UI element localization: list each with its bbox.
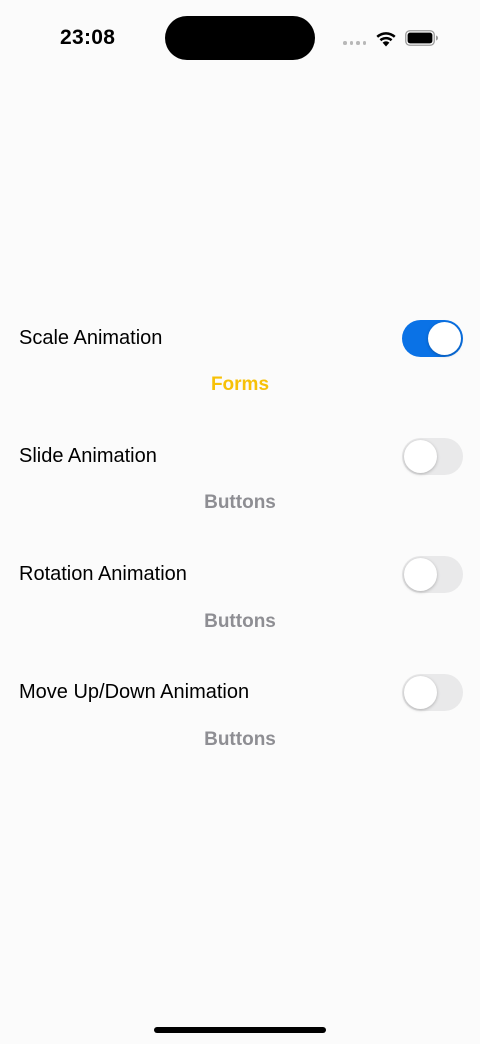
dynamic-island xyxy=(165,16,315,60)
slide-animation-toggle[interactable] xyxy=(402,438,463,475)
scale-animation-toggle[interactable] xyxy=(402,320,463,357)
battery-icon xyxy=(405,30,438,46)
toggle-knob xyxy=(404,676,437,709)
move-up-down-animation-toggle[interactable] xyxy=(402,674,463,711)
toggle-knob xyxy=(404,440,437,473)
status-time: 23:08 xyxy=(60,26,116,49)
rotation-animation-toggle[interactable] xyxy=(402,556,463,593)
setting-row-move-up-down-animation: Move Up/Down Animation xyxy=(0,673,480,713)
setting-label: Rotation Animation xyxy=(19,563,187,585)
setting-label: Move Up/Down Animation xyxy=(19,681,250,703)
signal-dots-icon xyxy=(343,41,366,45)
setting-label: Scale Animation xyxy=(19,327,163,349)
setting-row-rotation-animation: Rotation Animation xyxy=(0,555,480,595)
setting-caption: Buttons xyxy=(204,492,276,513)
setting-label: Slide Animation xyxy=(19,445,157,467)
toggle-knob xyxy=(428,322,461,355)
setting-caption: Forms xyxy=(210,374,270,395)
app-screen: 23:08 Scale Animation Forms Slide Animat… xyxy=(0,0,480,1044)
wifi-icon xyxy=(376,32,396,47)
setting-row-scale-animation: Scale Animation xyxy=(0,319,480,359)
setting-row-slide-animation: Slide Animation xyxy=(0,437,480,477)
setting-caption: Buttons xyxy=(204,729,276,750)
toggle-knob xyxy=(404,558,437,591)
home-indicator xyxy=(154,1027,326,1033)
setting-caption: Buttons xyxy=(204,611,276,632)
status-bar: 23:08 xyxy=(0,0,480,80)
